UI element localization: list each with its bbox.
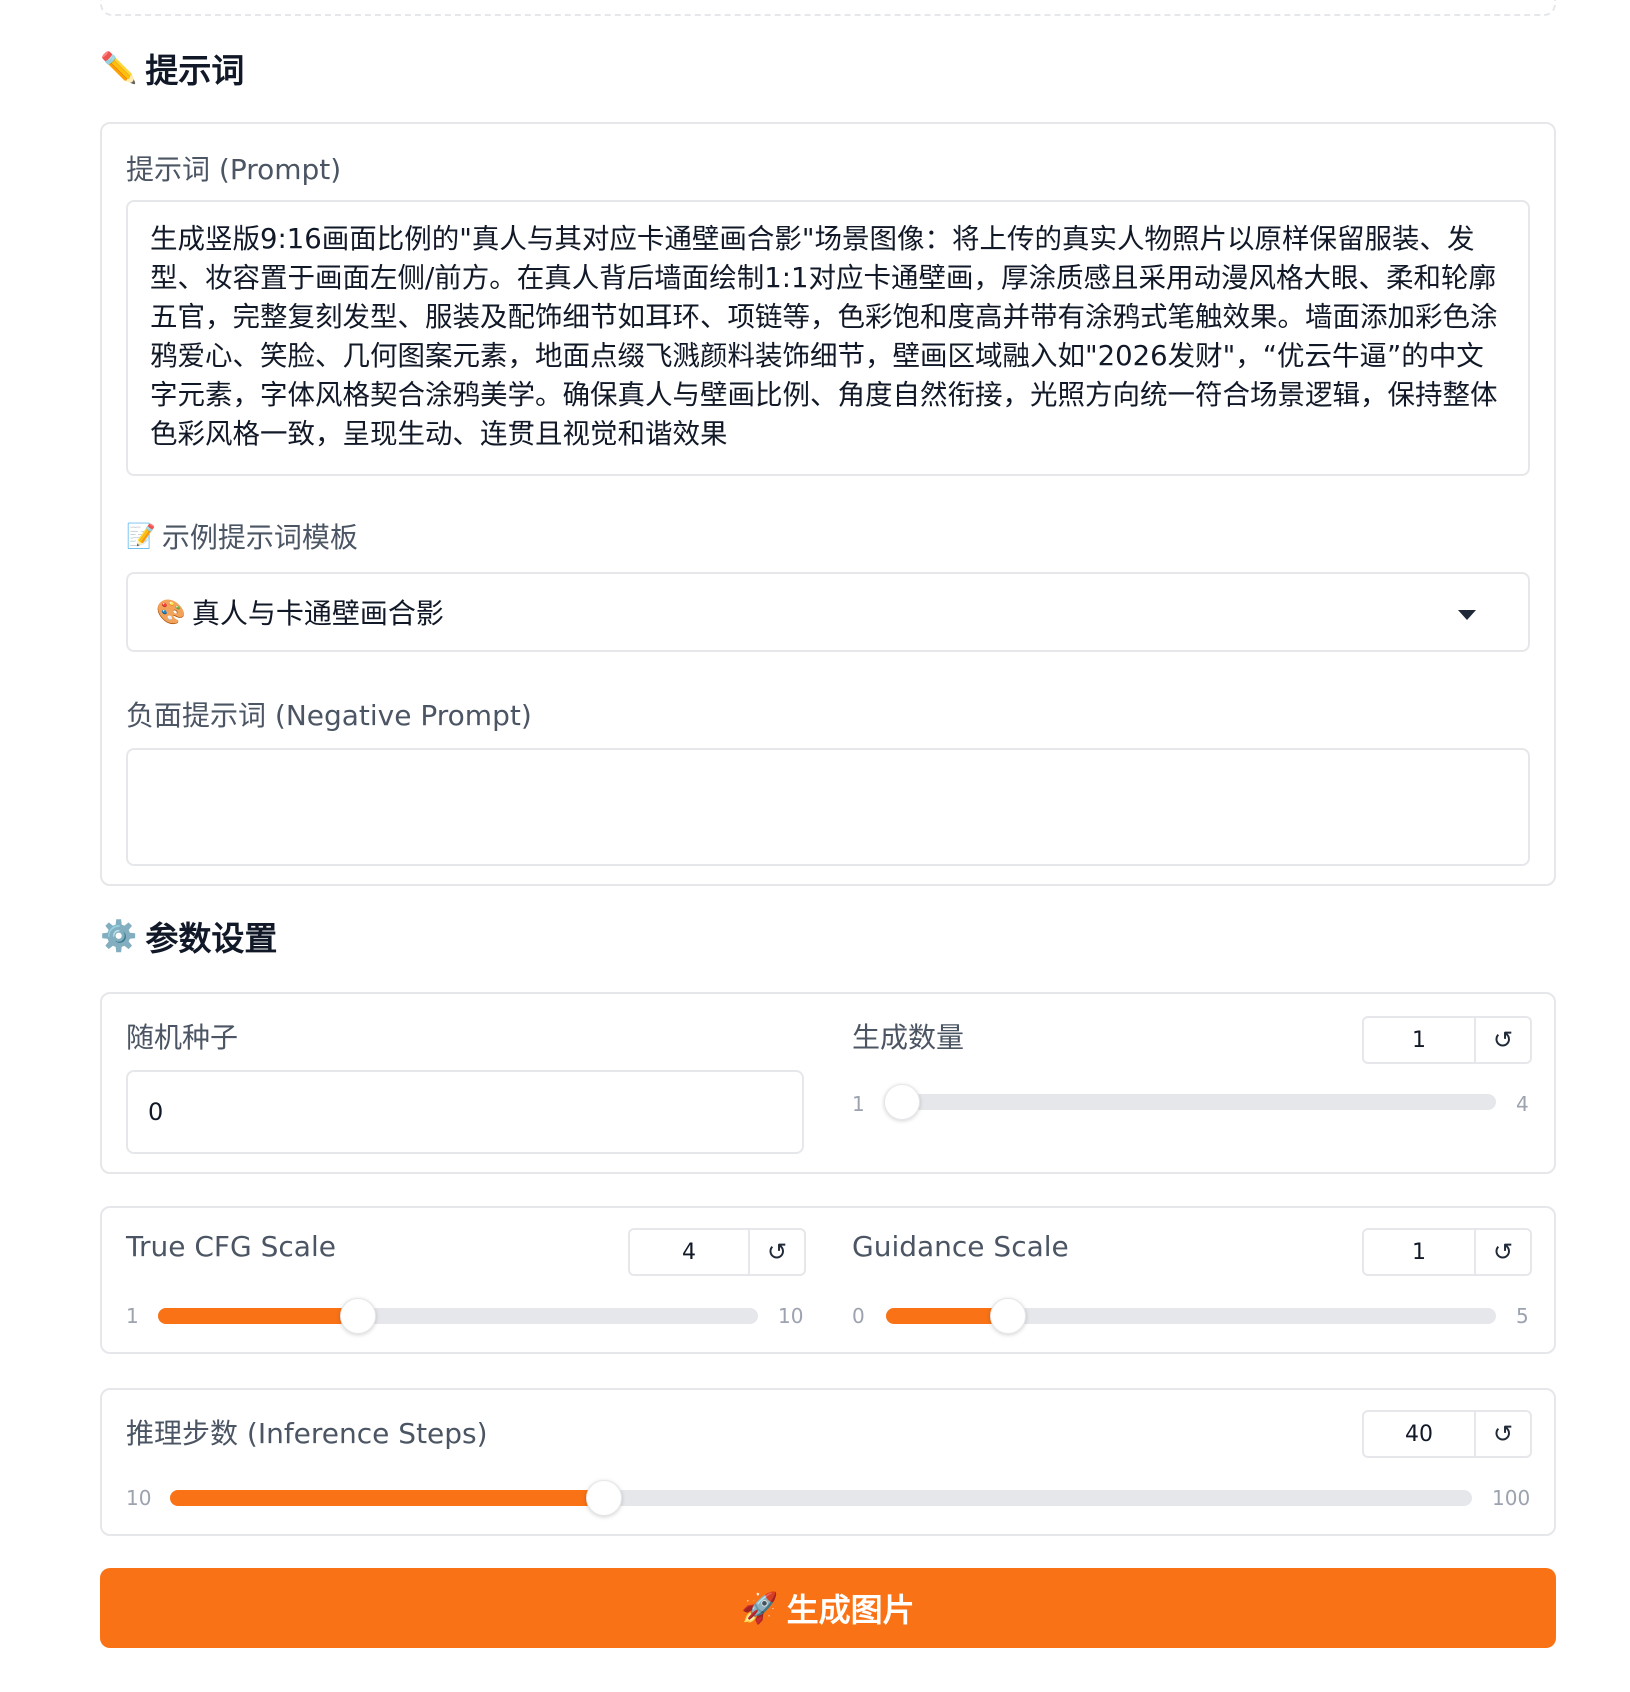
num-images-min: 1 [852,1092,865,1116]
rocket-icon: 🚀 [741,1591,779,1625]
generate-button-label: 生成图片 [786,1592,915,1628]
negative-label: 负面提示词 (Negative Prompt) [126,699,532,732]
template-label-text: 示例提示词模板 [161,521,358,554]
prompt-section-title-text: 提示词 [145,51,245,90]
slider-thumb[interactable] [340,1298,376,1334]
prompt-label: 提示词 (Prompt) [126,153,342,186]
steps-min: 10 [126,1486,152,1510]
seed-panel: 随机种子 0 生成数量 1 ↺ 1 4 [100,992,1556,1174]
true-cfg-input[interactable]: 4 [630,1230,750,1274]
negative-text [128,750,1528,786]
guidance-min: 0 [852,1304,865,1328]
seed-value: 0 [148,1098,164,1126]
seed-input[interactable]: 0 [126,1070,804,1154]
true-cfg-min: 1 [126,1304,139,1328]
steps-max: 100 [1492,1486,1531,1510]
steps-panel: 推理步数 (Inference Steps) 40 ↺ 10 100 [100,1388,1556,1536]
num-images-max: 4 [1516,1092,1529,1116]
page: { "prompt_section": { "icon": "pencil-ic… [0,0,1630,1692]
previous-panel-edge [100,0,1556,16]
params-section-title: ⚙️ 参数设置 [100,912,277,960]
memo-icon: 📝 [126,522,156,550]
true-cfg-max: 10 [778,1304,804,1328]
palette-icon: 🎨 [156,598,186,626]
cfg-panel: True CFG Scale 4 ↺ 1 10 Guidance Scale 1… [100,1206,1556,1354]
guidance-max: 5 [1516,1304,1529,1328]
steps-number: 40 ↺ [1362,1410,1532,1458]
template-selected: 真人与卡通壁画合影 [191,597,444,630]
reset-icon[interactable]: ↺ [1476,1018,1530,1062]
slider-thumb[interactable] [884,1084,920,1120]
prompt-panel: 提示词 (Prompt) 生成竖版9:16画面比例的"真人与其对应卡通壁画合影"… [100,122,1556,886]
reset-icon[interactable]: ↺ [1476,1230,1530,1274]
template-dropdown[interactable]: 🎨 真人与卡通壁画合影 [126,572,1530,652]
slider-fill [170,1490,604,1506]
guidance-slider[interactable] [886,1298,1496,1334]
negative-prompt-textarea[interactable] [126,748,1530,866]
slider-thumb[interactable] [990,1298,1026,1334]
true-cfg-slider[interactable] [158,1298,758,1334]
true-cfg-label: True CFG Scale [126,1230,336,1263]
params-section-title-text: 参数设置 [145,919,278,958]
steps-label: 推理步数 (Inference Steps) [126,1417,488,1450]
slider-fill [158,1308,358,1324]
reset-icon[interactable]: ↺ [750,1230,804,1274]
seed-label: 随机种子 [126,1021,239,1054]
prompt-textarea[interactable]: 生成竖版9:16画面比例的"真人与其对应卡通壁画合影"场景图像：将上传的真实人物… [126,200,1530,476]
template-label: 📝 示例提示词模板 [126,516,358,556]
num-images-input[interactable]: 1 [1364,1018,1476,1062]
guidance-number: 1 ↺ [1362,1228,1532,1276]
num-images-label: 生成数量 [852,1021,965,1054]
chevron-down-icon [1458,610,1476,620]
guidance-input[interactable]: 1 [1364,1230,1476,1274]
num-images-slider[interactable] [884,1084,1496,1120]
prompt-section-title: ✏️ 提示词 [100,44,244,92]
steps-input[interactable]: 40 [1364,1412,1476,1456]
guidance-label: Guidance Scale [852,1230,1069,1263]
steps-slider[interactable] [170,1480,1472,1516]
num-images-number: 1 ↺ [1362,1016,1532,1064]
prompt-text: 生成竖版9:16画面比例的"真人与其对应卡通壁画合影"场景图像：将上传的真实人物… [150,223,1498,450]
true-cfg-number: 4 ↺ [628,1228,806,1276]
slider-thumb[interactable] [586,1480,622,1516]
gear-icon: ⚙️ [100,918,138,954]
pencil-icon: ✏️ [100,50,138,86]
generate-button[interactable]: 🚀 生成图片 [100,1568,1556,1648]
reset-icon[interactable]: ↺ [1476,1412,1530,1456]
